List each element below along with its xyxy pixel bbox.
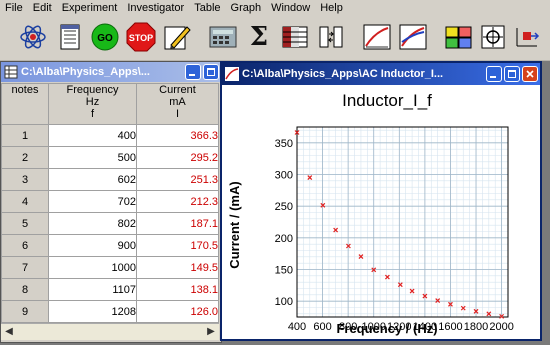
menu-file[interactable]: File — [0, 0, 28, 15]
maximize-button[interactable] — [203, 64, 219, 80]
current-cell[interactable]: 366.3 — [136, 124, 219, 147]
current-cell[interactable]: 138.1 — [136, 278, 219, 301]
scatter-chart: Inductor_I_f 400 600 800 1000 1200 1400 1600 18… — [227, 91, 514, 336]
y-tick-label: 350 — [275, 138, 293, 150]
x-tick-label: 400 — [288, 321, 306, 333]
menu-experiment[interactable]: Experiment — [57, 0, 123, 15]
minimize-button[interactable] — [486, 66, 502, 82]
frequency-cell[interactable]: 702 — [48, 190, 137, 213]
data-table-grid: notes Frequency Hz f Current mA I 1 400 366.3 2… — [1, 83, 219, 323]
menu-table[interactable]: Table — [189, 0, 225, 15]
edit-pencil-icon[interactable] — [162, 22, 192, 52]
graph-red-icon[interactable] — [362, 22, 392, 52]
graph-window-titlebar[interactable]: C:\Alba\Physics_Apps\AC Inductor_I... — [222, 63, 540, 85]
svg-text:STOP: STOP — [129, 33, 153, 43]
row-number[interactable]: 9 — [1, 300, 49, 323]
frequency-cell[interactable]: 602 — [48, 168, 137, 191]
horizontal-scrollbar[interactable]: ◀ ▶ — [1, 323, 219, 340]
table-row[interactable]: 8 1107 138.1 — [1, 278, 219, 301]
x-axis-label: Frequency / (Hz) — [336, 321, 437, 336]
move-axis-icon[interactable] — [512, 22, 542, 52]
table-columns-icon[interactable] — [280, 22, 310, 52]
graph-icon — [225, 67, 239, 81]
current-cell[interactable]: 295.2 — [136, 146, 219, 169]
y-tick-label: 300 — [275, 170, 293, 182]
current-cell[interactable]: 126.0 — [136, 300, 219, 323]
frequency-cell[interactable]: 1208 — [48, 300, 137, 323]
scroll-left-icon[interactable]: ◀ — [1, 324, 17, 340]
swap-columns-icon[interactable] — [316, 22, 346, 52]
restore-button[interactable] — [504, 66, 520, 82]
graph-fit-icon[interactable] — [398, 22, 428, 52]
current-cell[interactable]: 251.3 — [136, 168, 219, 191]
table-window-titlebar[interactable]: C:\Alba\Physics_Apps\... — [1, 62, 221, 82]
scroll-right-icon[interactable]: ▶ — [203, 324, 219, 340]
column-header-current[interactable]: Current mA I — [136, 83, 219, 125]
go-button[interactable]: GO — [90, 22, 120, 52]
table-row[interactable]: 2 500 295.2 — [1, 146, 219, 169]
svg-text:GO: GO — [97, 33, 113, 44]
notebook-icon[interactable] — [55, 22, 85, 52]
grid-lines — [296, 126, 509, 318]
x-tick-label: 600 — [313, 321, 331, 333]
table-row[interactable]: 9 1208 126.0 — [1, 300, 219, 323]
table-row[interactable]: 5 802 187.1 — [1, 212, 219, 235]
menu-investigator[interactable]: Investigator — [122, 0, 189, 15]
row-number[interactable]: 6 — [1, 234, 49, 257]
current-cell[interactable]: 187.1 — [136, 212, 219, 235]
table-window: C:\Alba\Physics_Apps\... notes Frequency… — [0, 61, 222, 343]
minimize-button[interactable] — [185, 64, 201, 80]
current-cell[interactable]: 170.5 — [136, 234, 219, 257]
data-table: notes Frequency Hz f Current mA I 1 400 366.3 2… — [1, 83, 219, 323]
sigma-icon[interactable]: Σ — [244, 22, 274, 52]
current-cell[interactable]: 212.3 — [136, 190, 219, 213]
row-number[interactable]: 1 — [1, 124, 49, 147]
table-row[interactable]: 6 900 170.5 — [1, 234, 219, 257]
x-tick-label: 1600 — [438, 321, 462, 333]
y-tick-label: 100 — [275, 296, 293, 308]
y-axis-label: Current / (mA) — [227, 181, 242, 268]
abc-grid-icon[interactable] — [444, 22, 474, 52]
table-row[interactable]: 1 400 366.3 — [1, 124, 219, 147]
row-number[interactable]: 8 — [1, 278, 49, 301]
row-number[interactable]: 7 — [1, 256, 49, 279]
current-cell[interactable]: 149.5 — [136, 256, 219, 279]
frequency-cell[interactable]: 802 — [48, 212, 137, 235]
frequency-cell[interactable]: 400 — [48, 124, 137, 147]
column-header-frequency[interactable]: Frequency Hz f — [48, 83, 137, 125]
menu-bar: File Edit Experiment Investigator Table Graph… — [0, 0, 550, 16]
table-row[interactable]: 3 602 251.3 — [1, 168, 219, 191]
stop-button[interactable]: STOP — [126, 22, 156, 52]
x-tick-label: 2000 — [489, 321, 513, 333]
calculator-icon[interactable] — [208, 22, 238, 52]
row-number[interactable]: 3 — [1, 168, 49, 191]
frequency-cell[interactable]: 1107 — [48, 278, 137, 301]
row-number[interactable]: 5 — [1, 212, 49, 235]
frequency-cell[interactable]: 900 — [48, 234, 137, 257]
menu-window[interactable]: Window — [266, 0, 315, 15]
row-number[interactable]: 4 — [1, 190, 49, 213]
menu-graph[interactable]: Graph — [226, 0, 267, 15]
toolbar: GO STOP Σ — [0, 16, 550, 61]
atom-icon[interactable] — [18, 22, 48, 52]
table-window-title: C:\Alba\Physics_Apps\... — [21, 66, 150, 78]
menu-help[interactable]: Help — [315, 0, 348, 15]
graph-window-title: C:\Alba\Physics_Apps\AC Inductor_I... — [242, 68, 444, 80]
graph-window: C:\Alba\Physics_Apps\AC Inductor_I... In… — [220, 61, 542, 341]
menu-edit[interactable]: Edit — [28, 0, 57, 15]
column-header-notes[interactable]: notes — [1, 83, 49, 125]
frequency-cell[interactable]: 500 — [48, 146, 137, 169]
y-tick-label: 150 — [275, 265, 293, 277]
y-tick-label: 250 — [275, 201, 293, 213]
chart-title: Inductor_I_f — [342, 91, 432, 110]
table-row[interactable]: 4 702 212.3 — [1, 190, 219, 213]
table-icon — [4, 65, 18, 79]
y-tick-label: 200 — [275, 233, 293, 245]
table-row[interactable]: 7 1000 149.5 — [1, 256, 219, 279]
close-button[interactable] — [522, 66, 538, 82]
crosshair-icon[interactable] — [478, 22, 508, 52]
x-tick-label: 1800 — [464, 321, 488, 333]
row-number[interactable]: 2 — [1, 146, 49, 169]
frequency-cell[interactable]: 1000 — [48, 256, 137, 279]
